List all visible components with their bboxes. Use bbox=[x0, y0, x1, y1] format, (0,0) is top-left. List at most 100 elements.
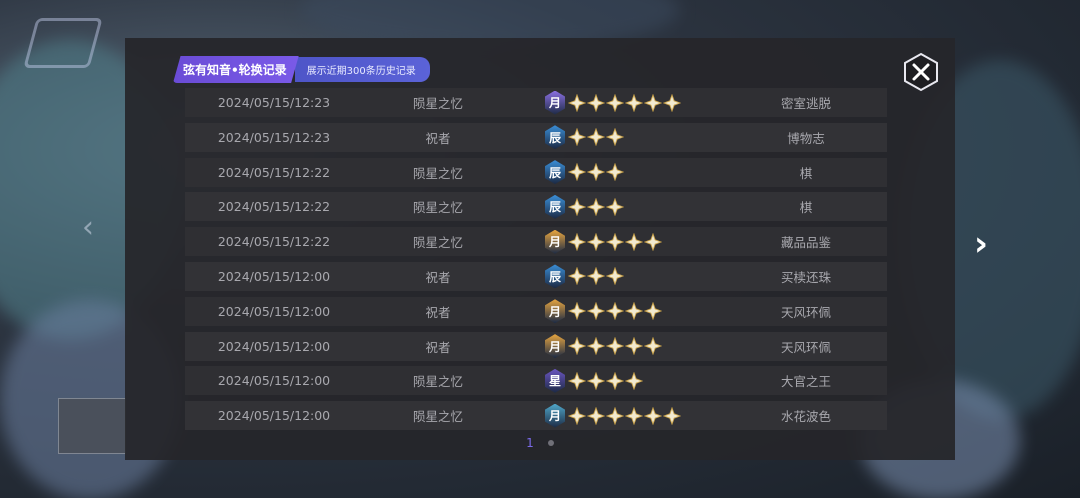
star-icon bbox=[644, 406, 662, 425]
record-item-name: 棋 bbox=[799, 165, 813, 181]
record-time: 2024/05/15/12:00 bbox=[217, 338, 331, 354]
star-icon bbox=[625, 232, 643, 251]
star-icon bbox=[644, 337, 662, 356]
star-icon bbox=[606, 267, 624, 286]
star-icon bbox=[606, 232, 624, 251]
rank-badge-icon: 月 bbox=[545, 229, 565, 254]
star-icon bbox=[587, 406, 605, 425]
rank-badge-icon: 月 bbox=[545, 90, 565, 115]
record-time: 2024/05/15/12:22 bbox=[217, 234, 331, 250]
page-number[interactable]: 1 bbox=[526, 436, 534, 450]
record-item-name: 天风环佩 bbox=[780, 304, 831, 320]
star-icon bbox=[587, 163, 605, 182]
record-item-name: 棋 bbox=[799, 200, 813, 216]
record-type: 陨星之忆 bbox=[412, 374, 463, 390]
star-icon bbox=[587, 302, 605, 321]
panel-title: 弦有知音•轮换记录 bbox=[173, 56, 299, 83]
star-icon bbox=[587, 93, 605, 112]
back-icon[interactable] bbox=[23, 18, 103, 68]
star-rating bbox=[568, 406, 681, 425]
star-icon bbox=[568, 232, 586, 251]
star-icon bbox=[568, 163, 586, 182]
star-icon bbox=[606, 197, 624, 216]
star-rating bbox=[568, 337, 662, 356]
star-icon bbox=[587, 337, 605, 356]
record-time: 2024/05/15/12:22 bbox=[217, 164, 331, 180]
record-list: 2024/05/15/12:23 陨星之忆月密室逃脱 2024/05/15/12:2… bbox=[185, 88, 887, 436]
star-icon bbox=[587, 128, 605, 147]
history-record-panel: 弦有知音•轮换记录 展示近期300条历史记录 2024/05/15/12:23 陨… bbox=[125, 38, 955, 460]
record-item-name: 大官之王 bbox=[780, 374, 831, 390]
star-icon bbox=[606, 337, 624, 356]
chevron-left-icon[interactable]: ‹ bbox=[82, 210, 94, 245]
record-type: 陨星之忆 bbox=[412, 409, 463, 425]
record-type: 祝者 bbox=[425, 130, 451, 146]
star-icon bbox=[606, 406, 624, 425]
record-type: 陨星之忆 bbox=[412, 235, 463, 251]
rank-badge-icon: 辰 bbox=[545, 125, 565, 150]
close-button[interactable] bbox=[901, 52, 941, 92]
rank-badge-icon: 月 bbox=[545, 403, 565, 428]
star-icon bbox=[587, 267, 605, 286]
star-icon bbox=[625, 371, 643, 390]
star-icon bbox=[568, 406, 586, 425]
avatar bbox=[58, 398, 126, 454]
rank-badge-icon: 月 bbox=[545, 334, 565, 359]
star-icon bbox=[568, 371, 586, 390]
star-rating bbox=[568, 267, 624, 286]
rank-badge-icon: 辰 bbox=[545, 194, 565, 219]
record-time: 2024/05/15/12:00 bbox=[217, 303, 331, 319]
record-rarity: 月 bbox=[513, 229, 725, 254]
table-row: 2024/05/15/12:00 祝者 月 天风环佩 bbox=[185, 296, 887, 326]
record-rarity: 月 bbox=[513, 90, 725, 115]
star-icon bbox=[663, 93, 681, 112]
record-type: 祝者 bbox=[425, 269, 451, 285]
record-time: 2024/05/15/12:23 bbox=[217, 129, 331, 145]
record-time: 2024/05/15/12:00 bbox=[217, 373, 331, 389]
table-row: 2024/05/15/12:23 祝者 辰 博物志 bbox=[185, 122, 887, 152]
star-icon bbox=[606, 93, 624, 112]
record-rarity: 辰 bbox=[513, 160, 725, 185]
record-rarity: 辰 bbox=[513, 125, 725, 150]
star-icon bbox=[625, 337, 643, 356]
close-x-icon bbox=[904, 52, 938, 92]
record-rarity: 辰 bbox=[513, 194, 725, 219]
table-row: 2024/05/15/12:00 祝者 月 天风环佩 bbox=[185, 331, 887, 361]
record-rarity: 月 bbox=[513, 299, 725, 324]
star-rating bbox=[568, 128, 624, 147]
star-icon bbox=[606, 302, 624, 321]
pagination: 1 bbox=[125, 436, 955, 450]
record-type: 陨星之忆 bbox=[412, 200, 463, 216]
table-row: 2024/05/15/12:00 陨星之忆 月 水花波色 bbox=[185, 401, 887, 431]
star-icon bbox=[625, 406, 643, 425]
star-icon bbox=[568, 93, 586, 112]
star-icon bbox=[663, 406, 681, 425]
table-row: 2024/05/15/12:22 陨星之忆 辰 棋 bbox=[185, 157, 887, 187]
star-rating bbox=[568, 371, 643, 390]
star-rating bbox=[568, 232, 662, 251]
star-rating bbox=[568, 93, 681, 112]
record-item-name: 博物志 bbox=[787, 130, 825, 146]
table-row: 2024/05/15/12:23 陨星之忆 月 密室逃脱 bbox=[185, 88, 887, 117]
star-icon bbox=[625, 93, 643, 112]
star-icon bbox=[606, 128, 624, 147]
rank-badge-icon: 月 bbox=[545, 299, 565, 324]
record-type: 陨星之忆 bbox=[412, 96, 463, 111]
record-item-name: 密室逃脱 bbox=[780, 96, 831, 111]
rank-badge-icon: 辰 bbox=[545, 264, 565, 289]
record-time: 2024/05/15/12:23 bbox=[217, 95, 331, 110]
star-icon bbox=[644, 302, 662, 321]
record-item-name: 藏品品鉴 bbox=[780, 235, 831, 251]
panel-subtitle: 展示近期300条历史记录 bbox=[294, 57, 430, 82]
star-icon bbox=[644, 232, 662, 251]
record-type: 祝者 bbox=[425, 304, 451, 320]
record-type: 陨星之忆 bbox=[412, 165, 463, 181]
chevron-right-icon[interactable]: › bbox=[974, 224, 988, 264]
star-icon bbox=[606, 371, 624, 390]
page-dot[interactable] bbox=[547, 440, 554, 446]
rank-badge-icon: 辰 bbox=[545, 160, 565, 185]
table-row: 2024/05/15/12:22 陨星之忆 辰 棋 bbox=[185, 192, 887, 222]
record-type: 祝者 bbox=[425, 339, 451, 355]
star-icon bbox=[587, 197, 605, 216]
table-row: 2024/05/15/12:22 陨星之忆 月 藏品品鉴 bbox=[185, 227, 887, 257]
